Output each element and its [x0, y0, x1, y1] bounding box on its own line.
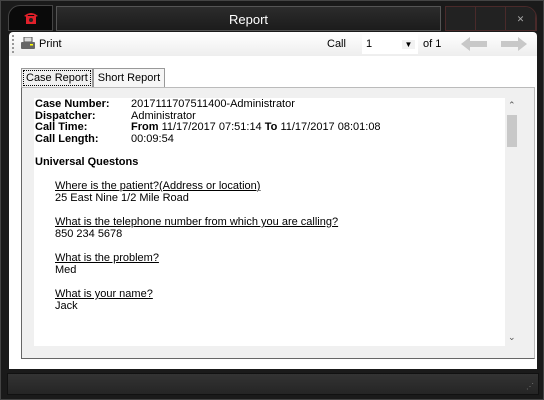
chevron-down-icon: ▼ — [402, 39, 415, 49]
close-button[interactable]: ✕ — [506, 7, 536, 30]
toolbar-grip[interactable] — [12, 35, 15, 53]
field-label: Case Number: — [35, 98, 110, 110]
answer: Jack — [55, 300, 78, 312]
question: Where is the patient?(Address or locatio… — [55, 180, 261, 192]
call-time-row: Call Time: From 11/17/2017 07:51:14 To 11… — [35, 121, 505, 134]
title-bar: Report — [56, 6, 441, 31]
answer: 850 234 5678 — [55, 228, 123, 240]
answer: 25 East Nine 1/2 Mile Road — [55, 192, 189, 204]
call-label: Call — [327, 38, 346, 50]
question: What is the problem? — [55, 252, 159, 264]
question: What is your name? — [55, 288, 153, 300]
maximize-button[interactable] — [476, 7, 506, 30]
printer-icon — [21, 37, 35, 49]
toolbar: Print Call 1 ▼ of 1 — [9, 32, 537, 56]
phone-icon — [23, 13, 38, 24]
call-length-row: Call Length: 00:09:54 — [35, 132, 505, 146]
phone-button[interactable] — [8, 5, 53, 31]
next-arrow-icon[interactable] — [501, 37, 527, 51]
call-count: of 1 — [423, 38, 442, 50]
scroll-up-icon[interactable]: ⌃ — [508, 100, 516, 111]
call-select[interactable]: 1 ▼ — [362, 34, 418, 54]
vertical-scrollbar[interactable]: ⌃ ⌄ — [505, 98, 519, 346]
print-label: Print — [39, 38, 62, 50]
field-label: Call Time: — [35, 121, 88, 133]
previous-arrow-icon[interactable] — [461, 37, 487, 51]
report-content: Case Number: 2017111707511400-Administrat… — [34, 98, 505, 346]
minimize-button[interactable] — [446, 7, 476, 30]
from-label: From — [131, 121, 159, 133]
resize-grip-icon[interactable]: ⋰ — [526, 382, 534, 391]
field-value: 00:09:54 — [131, 132, 174, 145]
field-label: Call Length: — [35, 132, 99, 145]
print-button[interactable]: Print — [20, 37, 62, 51]
tab-case-report[interactable]: Case Report — [21, 68, 93, 88]
scroll-down-icon[interactable]: ⌄ — [508, 332, 516, 343]
question: What is the telephone number from which … — [55, 216, 339, 228]
call-value: 1 — [366, 38, 373, 50]
tab-strip: Case Report Short Report — [21, 68, 166, 88]
answer: Med — [55, 264, 77, 276]
to-label: To — [264, 121, 278, 133]
section-title: Universal Questons — [35, 156, 139, 168]
to-time: 11/17/2017 08:01:08 — [280, 121, 381, 133]
scrollbar-thumb[interactable] — [507, 115, 517, 147]
case-number-row: Case Number: 2017111707511400-Administrat… — [35, 98, 505, 111]
from-time: 11/17/2017 07:51:14 — [161, 121, 262, 133]
tab-short-report[interactable]: Short Report — [92, 68, 166, 88]
status-bar: ⋰ — [7, 373, 539, 395]
window-controls: ✕ — [445, 6, 537, 31]
report-window: Report ✕ Print Call 1 ▼ of 1 Case Report… — [0, 0, 544, 400]
field-value: 2017111707511400-Administrator — [131, 98, 295, 110]
